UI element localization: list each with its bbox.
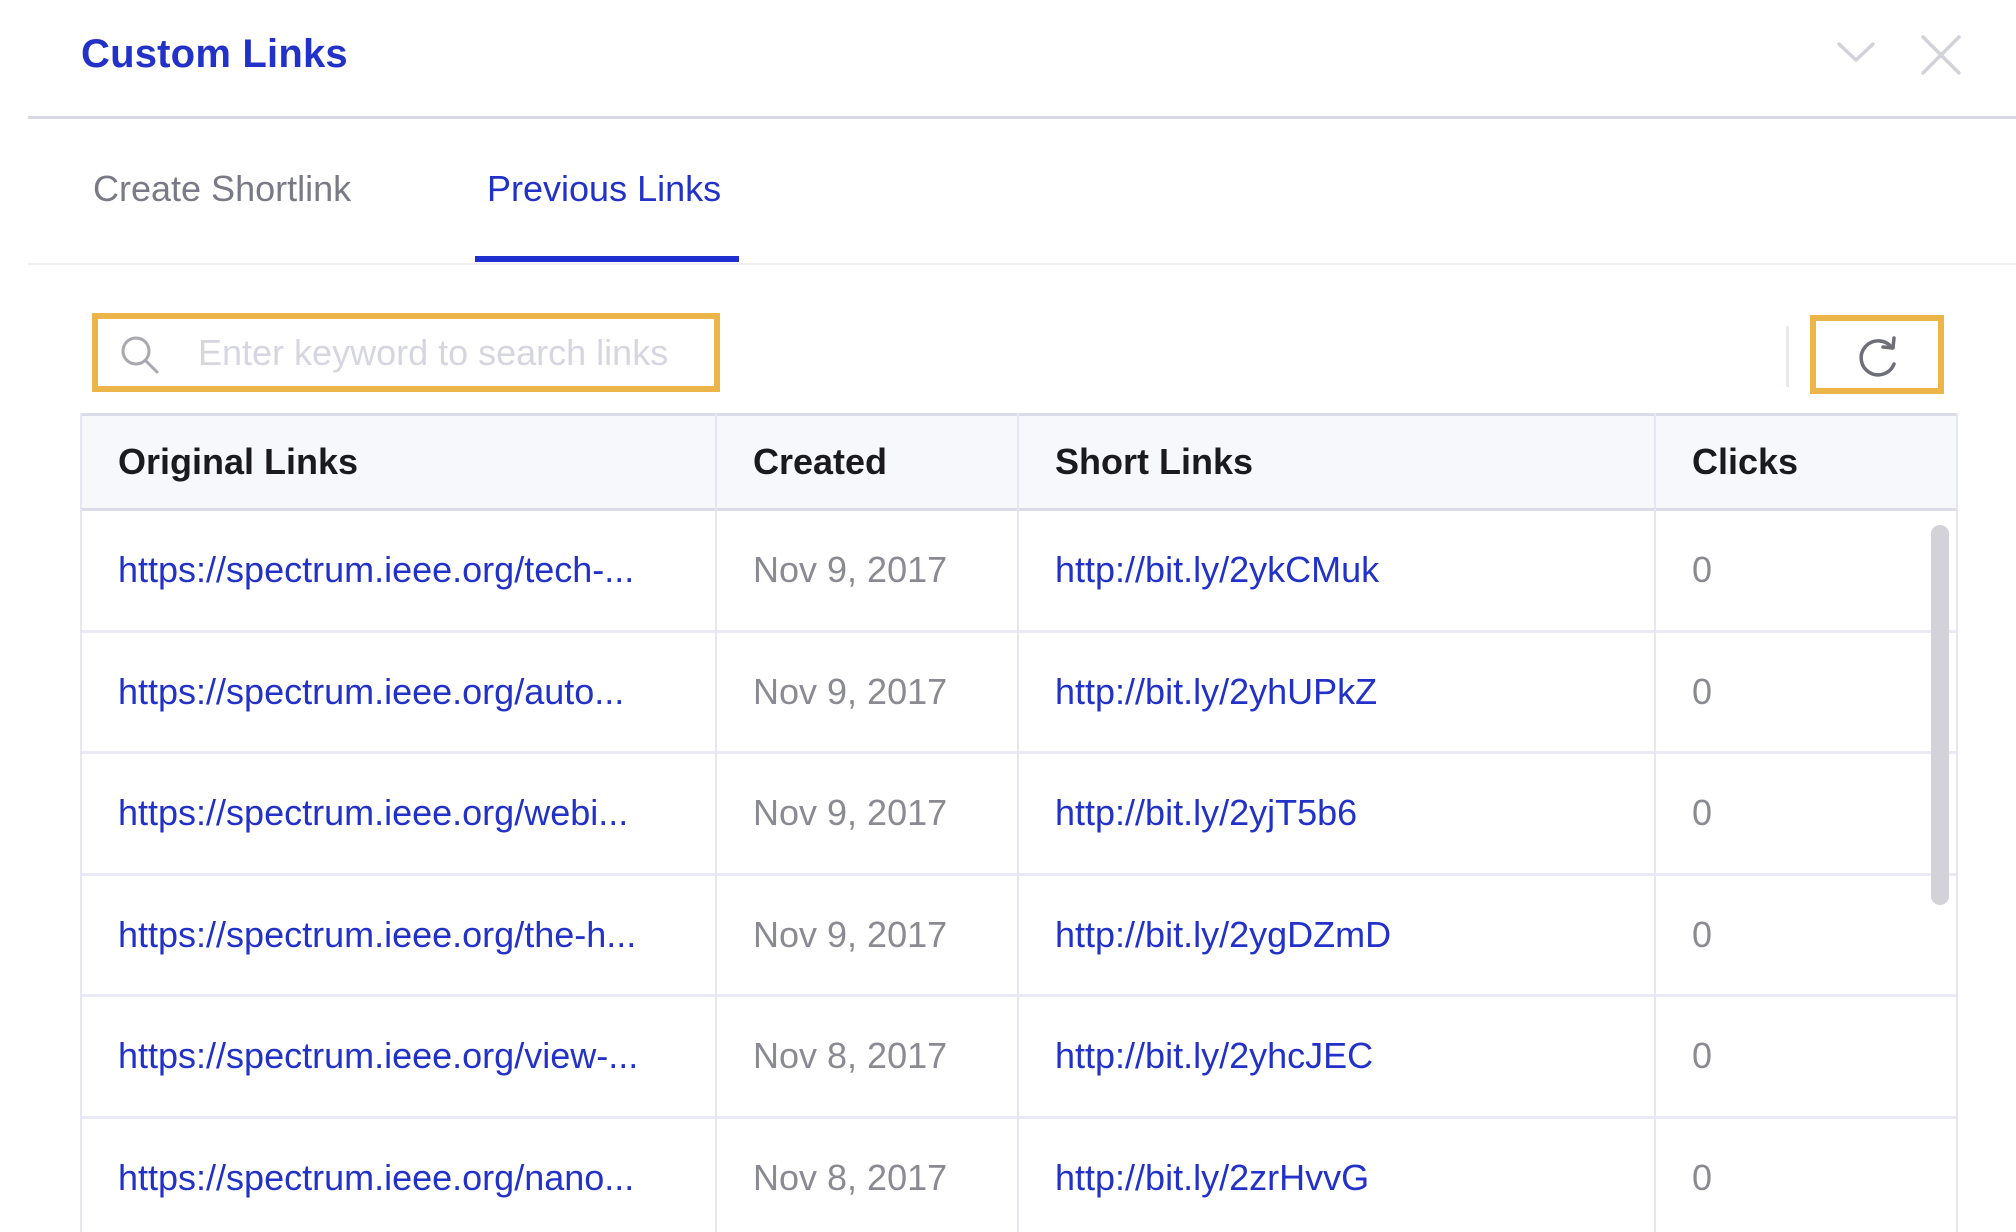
- click-count: 0: [1692, 670, 1713, 712]
- toolbar-separator: [1786, 326, 1789, 387]
- search-icon: [121, 336, 159, 374]
- click-count: 0: [1692, 792, 1713, 833]
- refresh-button[interactable]: [1810, 315, 1944, 394]
- original-link[interactable]: https://spectrum.ieee.org/auto...: [82, 633, 717, 751]
- column-header-short-links[interactable]: Short Links: [1019, 416, 1656, 508]
- panel-title: Custom Links: [81, 32, 348, 76]
- created-date: Nov 9, 2017: [753, 549, 948, 590]
- refresh-icon: [1859, 336, 1896, 377]
- tab-create-shortlink[interactable]: Create Shortlink: [93, 168, 351, 210]
- table-scrollbar[interactable]: [1931, 525, 1949, 905]
- click-count: 0: [1692, 913, 1713, 955]
- table-header: Original Links Created Short Links Click…: [82, 413, 1956, 511]
- original-link[interactable]: https://spectrum.ieee.org/the-h...: [82, 876, 717, 994]
- header-divider: [28, 116, 2016, 119]
- click-count: 0: [1692, 1035, 1713, 1076]
- short-link[interactable]: http://bit.ly/2ykCMuk: [1019, 511, 1656, 629]
- created-date: Nov 9, 2017: [753, 913, 948, 955]
- table-body: https://spectrum.ieee.org/tech-... Nov 9…: [82, 511, 1956, 1232]
- short-link[interactable]: http://bit.ly/2yjT5b6: [1019, 754, 1656, 872]
- active-tab-indicator: [475, 256, 739, 262]
- close-icon[interactable]: [1918, 32, 1964, 78]
- column-header-original-links[interactable]: Original Links: [82, 416, 717, 508]
- tab-previous-links[interactable]: Previous Links: [487, 168, 721, 210]
- column-divider: [715, 413, 717, 1232]
- created-date: Nov 8, 2017: [753, 1156, 948, 1198]
- column-divider: [1654, 413, 1656, 1232]
- table-row: https://spectrum.ieee.org/the-h... Nov 9…: [82, 876, 1956, 997]
- table-row: https://spectrum.ieee.org/view-... Nov 8…: [82, 997, 1956, 1119]
- original-link[interactable]: https://spectrum.ieee.org/tech-...: [82, 511, 717, 629]
- chevron-down-icon[interactable]: [1834, 36, 1878, 70]
- table-row: https://spectrum.ieee.org/tech-... Nov 9…: [82, 511, 1956, 633]
- short-link[interactable]: http://bit.ly/2yhUPkZ: [1019, 633, 1656, 751]
- table-row: https://spectrum.ieee.org/auto... Nov 9,…: [82, 633, 1956, 754]
- original-link[interactable]: https://spectrum.ieee.org/webi...: [82, 754, 717, 872]
- column-header-created[interactable]: Created: [717, 416, 1019, 508]
- click-count: 0: [1692, 549, 1713, 590]
- search-box[interactable]: [92, 313, 720, 392]
- links-table: Original Links Created Short Links Click…: [80, 413, 1958, 1232]
- short-link[interactable]: http://bit.ly/2ygDZmD: [1019, 876, 1656, 994]
- original-link[interactable]: https://spectrum.ieee.org/view-...: [82, 997, 717, 1115]
- column-divider: [1017, 413, 1019, 1232]
- table-row: https://spectrum.ieee.org/nano... Nov 8,…: [82, 1119, 1956, 1232]
- short-link[interactable]: http://bit.ly/2zrHvvG: [1019, 1119, 1656, 1232]
- short-link[interactable]: http://bit.ly/2yhcJEC: [1019, 997, 1656, 1115]
- created-date: Nov 9, 2017: [753, 792, 948, 833]
- column-header-clicks[interactable]: Clicks: [1656, 416, 1956, 508]
- table-row: https://spectrum.ieee.org/webi... Nov 9,…: [82, 754, 1956, 876]
- created-date: Nov 9, 2017: [753, 670, 948, 712]
- search-input[interactable]: [198, 319, 708, 386]
- tabs-divider: [28, 263, 2016, 265]
- created-date: Nov 8, 2017: [753, 1035, 948, 1076]
- original-link[interactable]: https://spectrum.ieee.org/nano...: [82, 1119, 717, 1232]
- click-count: 0: [1692, 1156, 1713, 1198]
